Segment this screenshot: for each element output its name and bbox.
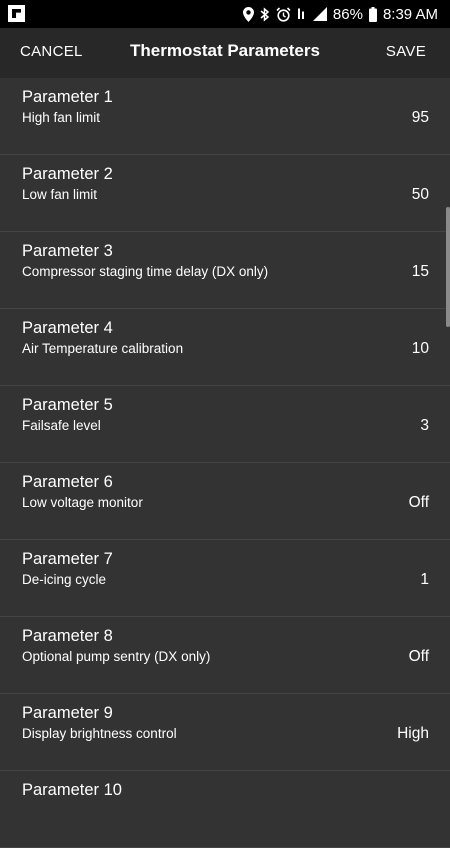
parameter-title: Parameter 2 xyxy=(22,165,113,183)
save-button[interactable]: SAVE xyxy=(386,43,426,60)
parameter-description: Compressor staging time delay (DX only) xyxy=(22,264,269,279)
parameter-value: 50 xyxy=(411,186,429,203)
parameter-description: Air Temperature calibration xyxy=(22,341,184,356)
parameter-title: Parameter 10 xyxy=(22,781,122,799)
wifi-icon xyxy=(297,7,307,22)
parameter-description: Display brightness control xyxy=(22,726,177,741)
status-icons: 86% 8:39 AM xyxy=(242,4,438,24)
parameter-description: Optional pump sentry (DX only) xyxy=(22,649,211,664)
parameter-row-6[interactable]: Parameter 6 Low voltage monitor Off xyxy=(0,463,450,540)
parameter-row-2[interactable]: Parameter 2 Low fan limit 50 xyxy=(0,155,450,232)
parameter-description: Low fan limit xyxy=(22,187,98,202)
parameter-title: Parameter 5 xyxy=(22,396,113,414)
parameter-title: Parameter 3 xyxy=(22,242,113,260)
parameter-title: Parameter 7 xyxy=(22,550,113,568)
parameter-row-7[interactable]: Parameter 7 De-icing cycle 1 xyxy=(0,540,450,617)
parameter-description: High fan limit xyxy=(22,110,101,125)
parameter-value: 95 xyxy=(411,109,429,126)
app-bar: CANCEL Thermostat Parameters SAVE xyxy=(0,28,450,78)
parameter-title: Parameter 9 xyxy=(22,704,113,722)
parameter-title: Parameter 4 xyxy=(22,319,113,337)
battery-percent: 86% xyxy=(332,5,363,23)
parameter-title: Parameter 8 xyxy=(22,627,113,645)
status-time: 8:39 AM xyxy=(382,5,438,23)
scrollbar[interactable] xyxy=(446,207,450,327)
parameter-value: Off xyxy=(408,648,429,665)
status-bar: 86% 8:39 AM xyxy=(0,0,450,28)
bluetooth-icon xyxy=(260,6,270,22)
parameter-value: 10 xyxy=(411,340,429,357)
parameter-row-9[interactable]: Parameter 9 Display brightness control H… xyxy=(0,694,450,771)
parameter-description: Low voltage monitor xyxy=(22,495,143,510)
parameter-value: 1 xyxy=(420,571,429,588)
parameter-title: Parameter 1 xyxy=(22,88,113,106)
parameter-description: Failsafe level xyxy=(22,418,101,433)
parameter-description: De-icing cycle xyxy=(22,572,107,587)
battery-icon xyxy=(368,6,377,22)
parameter-row-1[interactable]: Parameter 1 High fan limit 95 xyxy=(0,78,450,155)
parameter-value: Off xyxy=(408,494,429,511)
parameter-value: 15 xyxy=(411,263,429,280)
parameter-row-5[interactable]: Parameter 5 Failsafe level 3 xyxy=(0,386,450,463)
parameter-title: Parameter 6 xyxy=(22,473,113,491)
parameter-value: 3 xyxy=(420,417,429,434)
parameter-row-4[interactable]: Parameter 4 Air Temperature calibration … xyxy=(0,309,450,386)
alarm-icon xyxy=(276,6,291,22)
parameter-value: High xyxy=(397,725,429,742)
flipboard-icon xyxy=(8,5,25,22)
location-icon xyxy=(242,6,254,22)
parameter-row-8[interactable]: Parameter 8 Optional pump sentry (DX onl… xyxy=(0,617,450,694)
page-title: Thermostat Parameters xyxy=(130,41,320,60)
parameter-row-10[interactable]: Parameter 10 xyxy=(0,771,450,848)
parameter-row-3[interactable]: Parameter 3 Compressor staging time dela… xyxy=(0,232,450,309)
signal-icon xyxy=(312,7,327,21)
parameter-list: Parameter 1 High fan limit 95 Parameter … xyxy=(0,78,450,848)
